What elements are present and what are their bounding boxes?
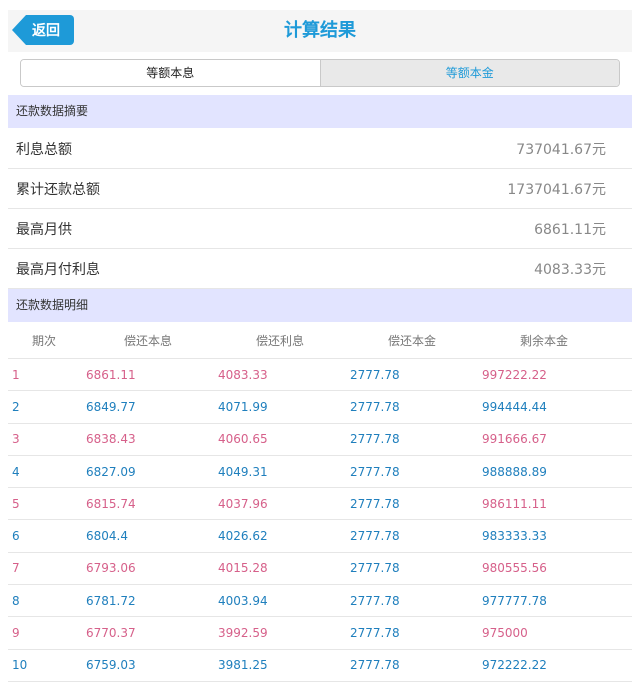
summary-list: 利息总额 737041.67元 累计还款总额 1737041.67元 最高月供 … <box>8 129 632 289</box>
column-header: 偿还利息 <box>256 333 305 348</box>
table-cell: 997222.22 <box>482 367 547 382</box>
table-cell: 4015.28 <box>218 561 268 576</box>
table-cell: 980555.56 <box>482 561 547 576</box>
column-header: 偿还本金 <box>388 333 437 348</box>
table-cell: 6838.43 <box>86 432 136 447</box>
table-row: 1 6861.11 4083.33 2777.78 997222.22 <box>8 359 632 392</box>
table-cell: 2777.78 <box>350 626 400 641</box>
table-cell: 6770.37 <box>86 626 136 641</box>
table-cell: 6849.77 <box>86 399 136 414</box>
tab-equal-installment[interactable]: 等额本息 <box>21 60 320 86</box>
table-cell: 3981.25 <box>218 658 268 673</box>
table-cell: 6827.09 <box>86 464 136 479</box>
table-row: 5 6815.74 4037.96 2777.78 986111.11 <box>8 488 632 521</box>
table-cell: 2 <box>12 399 20 414</box>
table-cell: 972222.22 <box>482 658 547 673</box>
detail-table: 期次 偿还本息 偿还利息 偿还本金 剩余本金 1 6861.11 4083.33 27… <box>8 322 632 682</box>
summary-value: 1737041.67元 <box>507 181 606 198</box>
table-cell: 6861.11 <box>86 367 136 382</box>
table-row: 10 6759.03 3981.25 2777.78 972222.22 <box>8 650 632 682</box>
summary-label: 最高月付利息 <box>16 261 100 278</box>
table-cell: 991666.67 <box>482 432 547 447</box>
table-cell: 3 <box>12 432 20 447</box>
summary-row-total-interest: 利息总额 737041.67元 <box>8 129 632 169</box>
table-cell: 6815.74 <box>86 496 136 511</box>
table-cell: 8 <box>12 593 20 608</box>
table-cell: 975000 <box>482 626 528 641</box>
table-row: 9 6770.37 3992.59 2777.78 975000 <box>8 617 632 650</box>
page-title: 计算结果 <box>284 20 356 41</box>
summary-row-total-repayment: 累计还款总额 1737041.67元 <box>8 169 632 209</box>
table-row: 3 6838.43 4060.65 2777.78 991666.67 <box>8 424 632 456</box>
table-cell: 5 <box>12 496 20 511</box>
table-cell: 986111.11 <box>482 496 547 511</box>
table-cell: 2777.78 <box>350 658 400 673</box>
summary-value: 737041.67元 <box>516 141 606 158</box>
table-cell: 2777.78 <box>350 529 400 544</box>
column-header: 期次 <box>32 333 57 348</box>
table-cell: 7 <box>12 561 20 576</box>
table-cell: 6 <box>12 529 20 544</box>
table-cell: 994444.44 <box>482 399 547 414</box>
summary-label: 累计还款总额 <box>16 181 100 198</box>
summary-section-title: 还款数据摘要 <box>8 95 632 128</box>
table-row: 8 6781.72 4003.94 2777.78 977777.78 <box>8 585 632 618</box>
table-cell: 2777.78 <box>350 593 400 608</box>
summary-row-max-interest: 最高月付利息 4083.33元 <box>8 249 632 289</box>
tab-bar: 等额本息 等额本金 <box>20 59 620 87</box>
table-cell: 4026.62 <box>218 529 268 544</box>
table-cell: 6804.4 <box>86 529 128 544</box>
table-row: 4 6827.09 4049.31 2777.78 988888.89 <box>8 456 632 489</box>
table-cell: 2777.78 <box>350 399 400 414</box>
table-row: 7 6793.06 4015.28 2777.78 980555.56 <box>8 553 632 586</box>
table-cell: 4 <box>12 464 20 479</box>
table-cell: 983333.33 <box>482 529 547 544</box>
table-cell: 4060.65 <box>218 432 268 447</box>
header-bar: 返回 计算结果 <box>8 10 632 52</box>
table-cell: 6793.06 <box>86 561 136 576</box>
summary-value: 4083.33元 <box>534 261 606 278</box>
tab-equal-principal[interactable]: 等额本金 <box>319 60 619 86</box>
table-cell: 988888.89 <box>482 464 547 479</box>
table-row: 6 6804.4 4026.62 2777.78 983333.33 <box>8 520 632 553</box>
table-cell: 2777.78 <box>350 464 400 479</box>
detail-section-title: 还款数据明细 <box>8 289 632 322</box>
table-cell: 4003.94 <box>218 593 268 608</box>
table-cell: 1 <box>12 367 20 382</box>
page: 返回 计算结果 等额本息 等额本金 还款数据摘要 利息总额 737041.67元… <box>0 0 640 682</box>
table-cell: 10 <box>12 658 28 673</box>
summary-row-max-monthly: 最高月供 6861.11元 <box>8 209 632 249</box>
table-cell: 2777.78 <box>350 561 400 576</box>
table-cell: 3992.59 <box>218 626 268 641</box>
table-body: 1 6861.11 4083.33 2777.78 997222.22 2 6849.77 4… <box>8 359 632 682</box>
table-cell: 977777.78 <box>482 593 547 608</box>
summary-label: 利息总额 <box>16 141 72 158</box>
table-cell: 2777.78 <box>350 367 400 382</box>
table-cell: 4037.96 <box>218 496 268 511</box>
table-cell: 4083.33 <box>218 367 268 382</box>
column-header: 偿还本息 <box>124 333 173 348</box>
column-header: 剩余本金 <box>520 333 569 348</box>
table-cell: 6781.72 <box>86 593 136 608</box>
table-cell: 4071.99 <box>218 399 268 414</box>
table-cell: 2777.78 <box>350 496 400 511</box>
summary-value: 6861.11元 <box>534 221 606 238</box>
summary-label: 最高月供 <box>16 221 72 238</box>
table-cell: 6759.03 <box>86 658 136 673</box>
table-cell: 4049.31 <box>218 464 268 479</box>
table-header: 期次 偿还本息 偿还利息 偿还本金 剩余本金 <box>8 322 632 359</box>
table-row: 2 6849.77 4071.99 2777.78 994444.44 <box>8 391 632 424</box>
table-cell: 2777.78 <box>350 432 400 447</box>
table-cell: 9 <box>12 626 20 641</box>
